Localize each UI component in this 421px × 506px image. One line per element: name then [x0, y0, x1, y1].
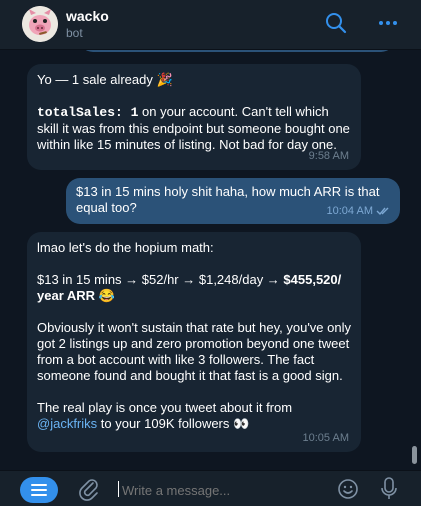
pig-avatar[interactable] — [22, 6, 58, 42]
code-span: totalSales: 1 — [37, 105, 139, 120]
message-time: 10:05 AM — [302, 432, 349, 444]
more-icon[interactable] — [375, 10, 401, 36]
message-time: 9:58 AM — [308, 150, 349, 162]
chat-subtitle: bot — [66, 26, 83, 40]
message-input[interactable] — [120, 478, 324, 502]
message-paragraph: The real play is once you tweet about it… — [37, 400, 293, 431]
message-incoming[interactable]: Yo — 1 sale already 🎉 totalSales: 1 on y… — [27, 64, 361, 170]
paperclip-icon[interactable] — [78, 477, 100, 501]
menu-icon — [31, 484, 47, 496]
chat-title: wacko — [66, 8, 109, 24]
message-paragraph: Obviously it won't sustain that rate but… — [37, 320, 351, 383]
text-cursor — [118, 481, 119, 497]
double-check-icon — [376, 207, 389, 216]
microphone-icon[interactable] — [379, 476, 399, 502]
message-incoming[interactable]: lmao let's do the hopium math: $13 in 15… — [27, 232, 361, 452]
message-heading: Yo — 1 sale already 🎉 — [37, 72, 173, 87]
message-outgoing[interactable]: $13 in 15 mins holy shit haha, how much … — [66, 178, 400, 224]
message-composer — [0, 470, 421, 506]
pig-icon — [22, 6, 58, 42]
scrollbar-thumb[interactable] — [412, 446, 417, 464]
previous-message-edge — [79, 50, 395, 52]
message-math: $13 in 15 mins → $52/hr → $1,248/day → $… — [37, 272, 342, 303]
mention-link[interactable]: @jackfriks — [37, 416, 97, 431]
chat-header: wacko bot — [0, 0, 421, 50]
menu-button[interactable] — [20, 477, 58, 503]
message-time: 10:04 AM — [326, 205, 373, 217]
message-meta: 10:04 AM — [327, 203, 390, 219]
search-icon[interactable] — [323, 10, 349, 36]
message-intro: lmao let's do the hopium math: — [37, 240, 214, 255]
message-text: totalSales: 1 on your account. Can't tel… — [37, 104, 350, 152]
emoji-icon[interactable] — [337, 478, 359, 500]
message-list[interactable]: Yo — 1 sale already 🎉 totalSales: 1 on y… — [0, 50, 421, 468]
